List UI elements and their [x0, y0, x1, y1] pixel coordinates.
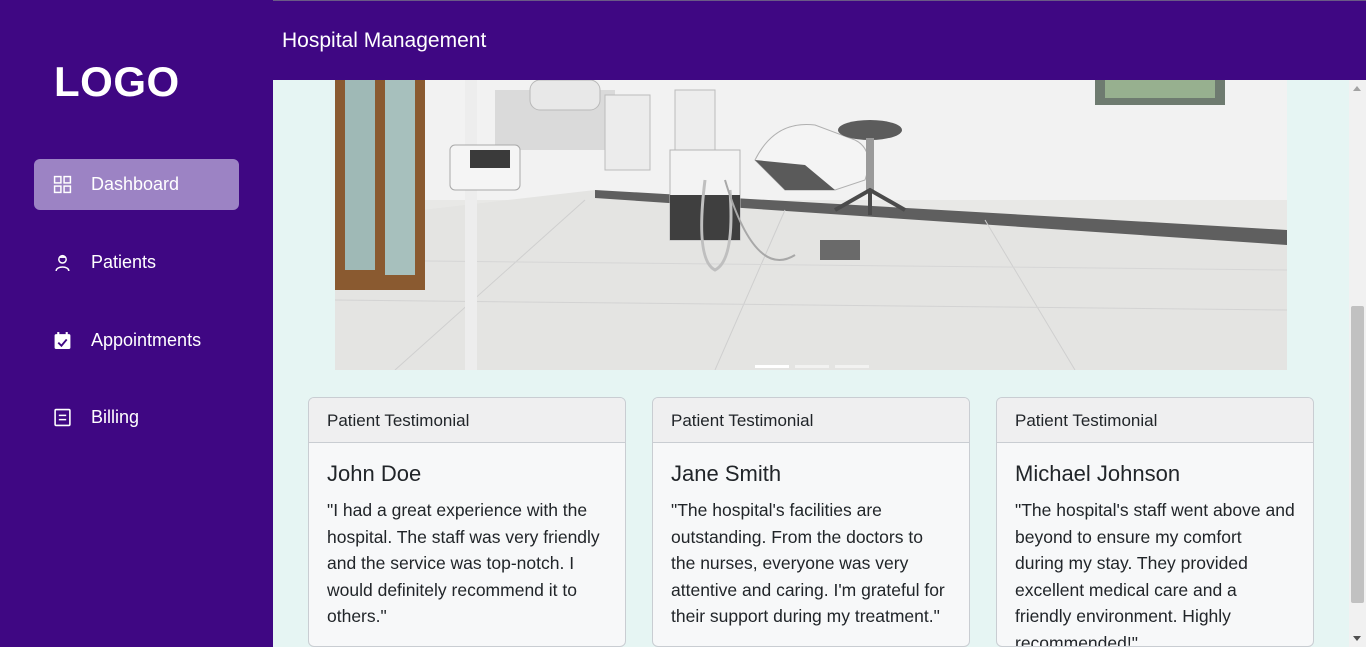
- sidebar-item-appointments[interactable]: Appointments: [34, 315, 239, 366]
- card-header: Patient Testimonial: [309, 398, 625, 443]
- testimonial-name: Michael Johnson: [1015, 461, 1181, 486]
- calendar-icon: [53, 331, 72, 350]
- testimonial-text: "The hospital's facilities are outstandi…: [671, 500, 945, 626]
- patient-icon: [53, 253, 72, 272]
- sidebar-item-label: Billing: [91, 407, 140, 427]
- sidebar-item-label: Appointments: [91, 330, 202, 350]
- testimonial-card: Patient Testimonial Michael Johnson "The…: [996, 397, 1314, 647]
- card-body: Jane Smith "The hospital's facilities ar…: [653, 443, 969, 630]
- vertical-scrollbar[interactable]: [1349, 80, 1366, 647]
- billing-document-icon: [53, 408, 72, 427]
- page-title: Hospital Management: [282, 29, 487, 52]
- scroll-down-icon[interactable]: [1353, 636, 1361, 641]
- scrollbar-thumb[interactable]: [1351, 306, 1364, 603]
- testimonial-card: Patient Testimonial John Doe "I had a gr…: [308, 397, 626, 647]
- dashboard-grid-icon: [53, 175, 72, 194]
- clinic-room-photo: [335, 80, 1287, 370]
- testimonial-text: "The hospital's staff went above and bey…: [1015, 500, 1295, 647]
- carousel-indicators: [755, 365, 869, 368]
- card-header: Patient Testimonial: [653, 398, 969, 443]
- testimonial-card: Patient Testimonial Jane Smith "The hosp…: [652, 397, 970, 647]
- carousel-indicator[interactable]: [755, 365, 789, 368]
- card-body: John Doe "I had a great experience with …: [309, 443, 625, 630]
- sidebar-item-patients[interactable]: Patients: [34, 237, 239, 288]
- top-header: Hospital Management: [273, 0, 1366, 80]
- image-carousel[interactable]: [335, 80, 1287, 370]
- card-body: Michael Johnson "The hospital's staff we…: [997, 443, 1313, 647]
- sidebar-item-label: Dashboard: [91, 174, 180, 194]
- carousel-indicator[interactable]: [795, 365, 829, 368]
- sidebar-item-label: Patients: [91, 252, 157, 272]
- carousel-indicator[interactable]: [835, 365, 869, 368]
- sidebar-item-dashboard[interactable]: Dashboard: [34, 159, 239, 210]
- testimonial-name: Jane Smith: [671, 461, 782, 486]
- card-header: Patient Testimonial: [997, 398, 1313, 443]
- main-content: Patient Testimonial John Doe "I had a gr…: [273, 80, 1349, 647]
- sidebar-item-billing[interactable]: Billing: [34, 392, 239, 443]
- testimonial-text: "I had a great experience with the hospi…: [327, 500, 600, 626]
- scroll-up-icon[interactable]: [1353, 86, 1361, 91]
- logo: LOGO: [54, 58, 180, 105]
- sidebar: LOGO Dashboard Patients Appointments Bil…: [0, 0, 273, 647]
- testimonial-name: John Doe: [327, 461, 422, 486]
